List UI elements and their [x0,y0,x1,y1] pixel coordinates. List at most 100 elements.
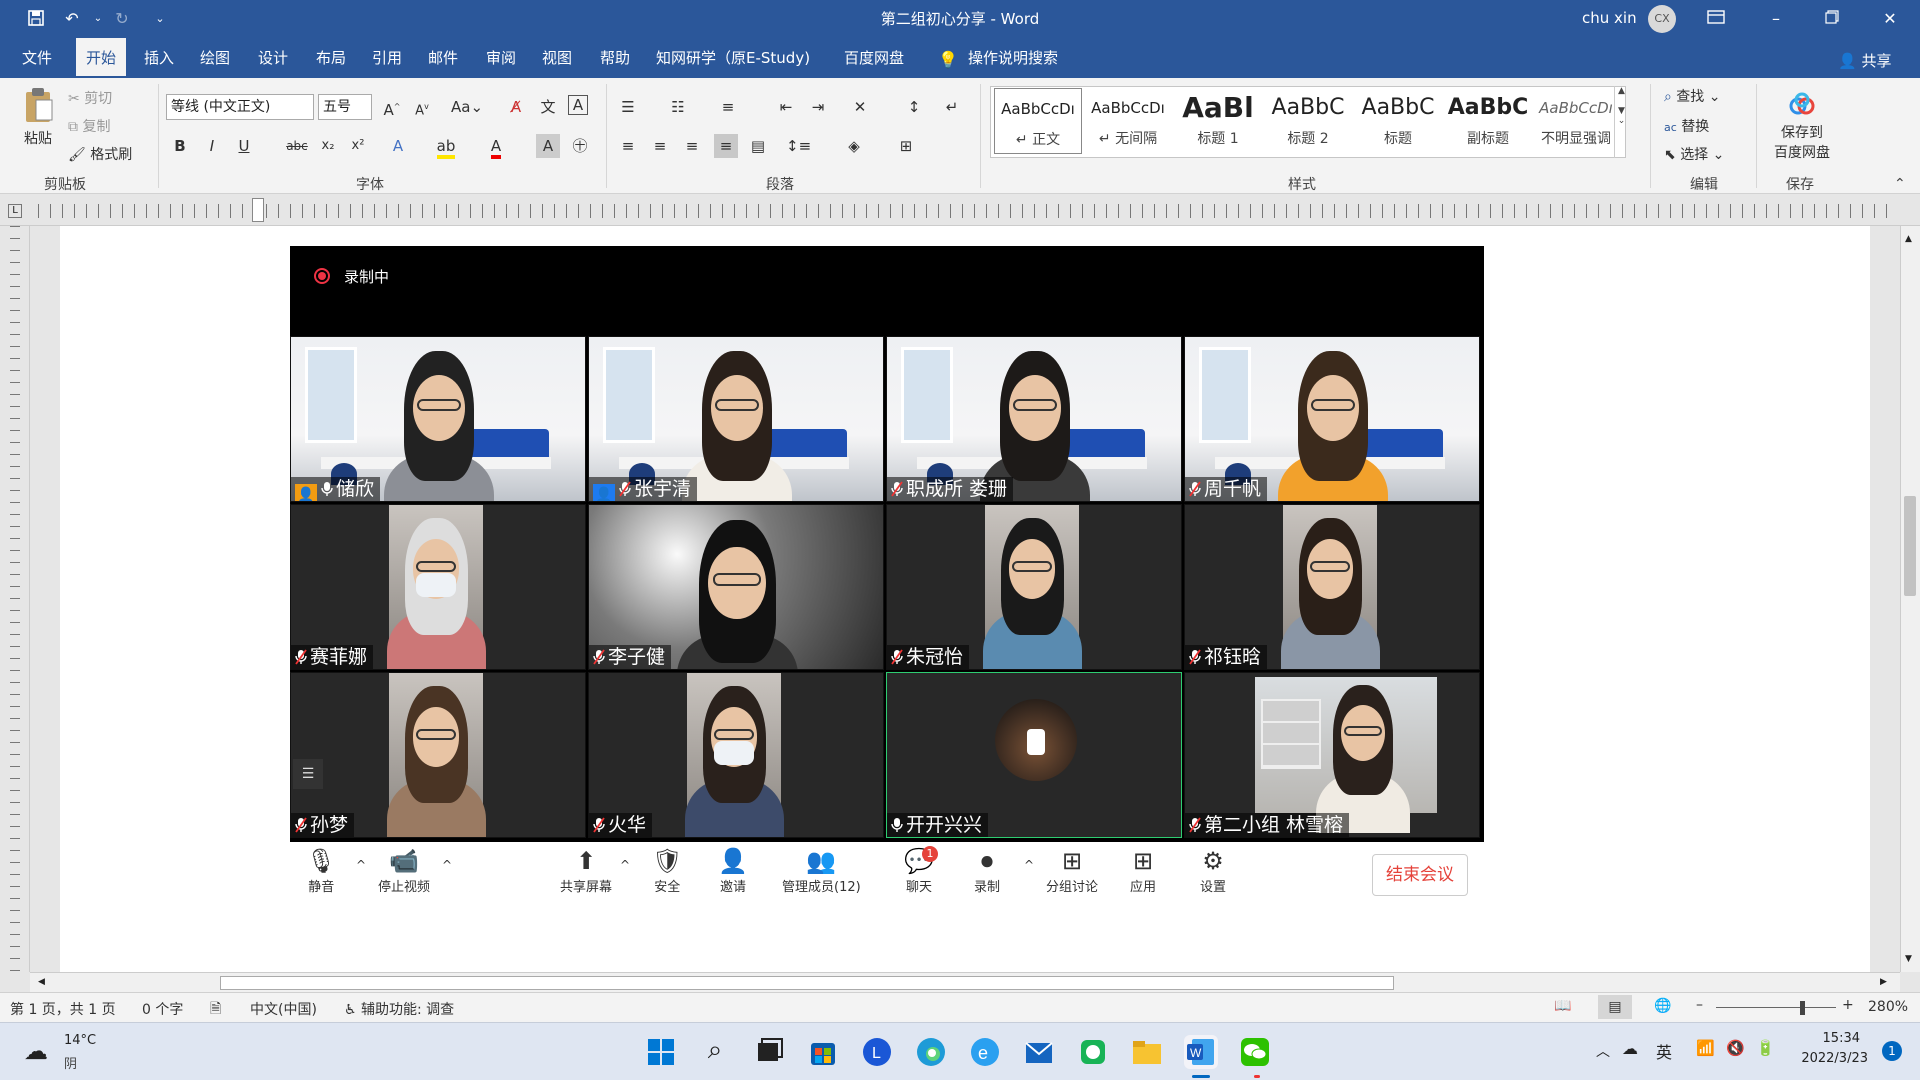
align-left-icon[interactable]: ≡ [616,134,640,158]
tab-design[interactable]: 设计 [254,38,292,78]
collapse-ribbon-icon[interactable]: ⌃ [1894,176,1906,192]
user-name[interactable]: chu xin [1582,9,1637,27]
mail-icon[interactable] [1022,1035,1056,1069]
style-heading-1[interactable]: AaBl 标题 1 [1174,88,1262,154]
undo-icon[interactable]: ↶ [62,9,82,29]
indent-marker[interactable] [252,198,264,222]
strikethrough-icon[interactable]: abc [282,134,312,158]
customize-qat-icon[interactable]: ⌄ [150,9,170,29]
font-size-combo[interactable]: 五号 [318,94,372,120]
font-color-icon[interactable]: A [484,134,508,159]
minimize-icon[interactable]: – [1766,9,1786,29]
document-area[interactable]: 录制中 👤 储欣 👤 张宇清 职成所 娄珊 周千帆 赛菲娜 李子健 朱冠怡 祁钰晗 孙梦 ☰ 火华 开开兴… [30,226,1900,972]
accessibility-status[interactable]: ♿ 辅助功能: 调查 [344,999,454,1019]
style-subtitle[interactable]: AaBbC 副标题 [1444,88,1532,154]
distributed-icon[interactable]: ▤ [746,134,770,158]
copy-button[interactable]: ⧉ 复制 [68,116,110,136]
onedrive-icon[interactable]: ☁ [1622,1039,1638,1058]
close-icon[interactable]: ✕ [1880,9,1900,29]
video-tile[interactable]: 👤 储欣 [290,336,586,502]
scroll-left-icon[interactable]: ◀ [38,977,45,987]
grow-font-icon[interactable]: A^ [380,95,404,119]
align-right-icon[interactable]: ≡ [680,134,704,158]
superscript-icon[interactable]: x² [346,134,370,158]
multilevel-list-icon[interactable]: ≡ [716,95,740,119]
phonetic-guide-icon[interactable]: 文 [536,95,560,119]
weather-condition[interactable]: 阴 [64,1053,77,1072]
word-count[interactable]: 0 个字 [142,999,183,1019]
line-spacing-icon[interactable]: ↕≡ [786,134,811,158]
char-border-icon[interactable]: A [568,95,588,115]
security-button[interactable]: 🛡 安全 [652,846,682,895]
menu-icon[interactable]: ☰ [293,759,323,789]
vertical-ruler[interactable] [0,226,30,972]
vertical-scrollbar[interactable]: ▲ ▼ [1900,226,1920,972]
tab-review[interactable]: 审阅 [482,38,520,78]
wifi-icon[interactable]: 📶 [1696,1039,1715,1057]
style-normal[interactable]: AaBbCcDı ↵ 正文 [994,88,1082,154]
borders-icon[interactable]: ⊞ [894,134,918,158]
bold-icon[interactable]: B [168,134,192,158]
task-view-icon[interactable] [752,1035,786,1069]
highlight-icon[interactable]: ab [434,134,458,159]
page-count[interactable]: 第 1 页，共 1 页 [10,999,116,1019]
video-tile[interactable]: 赛菲娜 [290,504,586,670]
word-app-icon[interactable]: W [1184,1035,1218,1069]
video-options-icon[interactable]: ^ [442,858,452,872]
zoom-out-icon[interactable]: – [1696,997,1703,1013]
print-layout-icon[interactable]: ▤ [1598,995,1632,1019]
decrease-indent-icon[interactable]: ⇤ [774,95,798,119]
styles-scroll[interactable]: ▲ ▼ ⌄ [1614,86,1628,158]
find-button[interactable]: ⌕ 查找 ⌄ [1664,86,1720,106]
tab-insert[interactable]: 插入 [140,38,178,78]
apps-button[interactable]: ⊞ 应用 [1130,846,1156,895]
file-explorer-icon[interactable] [1130,1035,1164,1069]
video-tile[interactable]: 孙梦 ☰ [290,672,586,838]
video-tile[interactable]: 👤 张宇清 [588,336,884,502]
style-heading-2[interactable]: AaBbC 标题 2 [1264,88,1352,154]
tab-mailings[interactable]: 邮件 [424,38,462,78]
restore-icon[interactable] [1822,9,1842,29]
select-button[interactable]: ⬉ 选择 ⌄ [1664,144,1724,164]
subscript-icon[interactable]: x₂ [316,134,340,158]
text-effects-icon[interactable]: A [386,134,410,158]
save-icon[interactable] [26,9,46,29]
ribbon-display-icon[interactable] [1706,9,1726,29]
notification-badge[interactable]: 1 [1882,1041,1902,1061]
scroll-down-icon[interactable]: ▼ [1905,954,1912,964]
video-tile[interactable]: 朱冠怡 [886,504,1182,670]
store-icon[interactable] [806,1035,840,1069]
tab-view[interactable]: 视图 [538,38,576,78]
scroll-up-icon[interactable]: ▲ [1905,234,1912,244]
video-tile[interactable]: 祁钰晗 [1184,504,1480,670]
align-center-icon[interactable]: ≡ [648,134,672,158]
end-meeting-button[interactable]: 结束会议 [1372,854,1468,896]
redo-icon[interactable]: ↻ [112,9,132,29]
record-button[interactable]: ⏺ 录制 [974,846,1000,895]
style-no-spacing[interactable]: AaBbCcDı ↵ 无间隔 [1084,88,1172,154]
horizontal-scrollbar[interactable]: ◀ ▶ [30,972,1900,992]
zoom-thumb[interactable] [1800,1001,1805,1015]
increase-indent-icon[interactable]: ⇥ [806,95,830,119]
video-tile[interactable]: 职成所 娄珊 [886,336,1182,502]
browser-e-icon[interactable]: e [968,1035,1002,1069]
search-icon[interactable]: ⌕ [698,1035,732,1069]
style-subtle-emphasis[interactable]: AaBbCcDı 不明显强调 [1532,88,1620,154]
tab-cnki[interactable]: 知网研学（原E-Study) [652,38,814,78]
change-case-icon[interactable]: Aa⌄ [450,95,484,119]
video-tile[interactable]: 火华 [588,672,884,838]
scroll-right-icon[interactable]: ▶ [1880,977,1887,987]
stop-video-button[interactable]: 📹 停止视频 [378,846,430,895]
settings-button[interactable]: ⚙ 设置 [1200,846,1226,895]
sort-icon[interactable]: ↕ [902,95,926,119]
read-mode-icon[interactable]: 📖 [1554,998,1571,1014]
video-tile[interactable]: 第二小组 林雪榕 [1184,672,1480,838]
asian-layout-icon[interactable]: ✕ [848,95,872,119]
tab-file[interactable]: 文件 [18,38,56,78]
mute-button[interactable]: 🎙 静音 [306,846,336,895]
char-shading-icon[interactable]: A [536,134,560,158]
avatar[interactable]: CX [1648,5,1676,33]
start-icon[interactable] [644,1035,678,1069]
tab-references[interactable]: 引用 [368,38,406,78]
font-name-combo[interactable]: 等线 (中文正文) [166,94,314,120]
